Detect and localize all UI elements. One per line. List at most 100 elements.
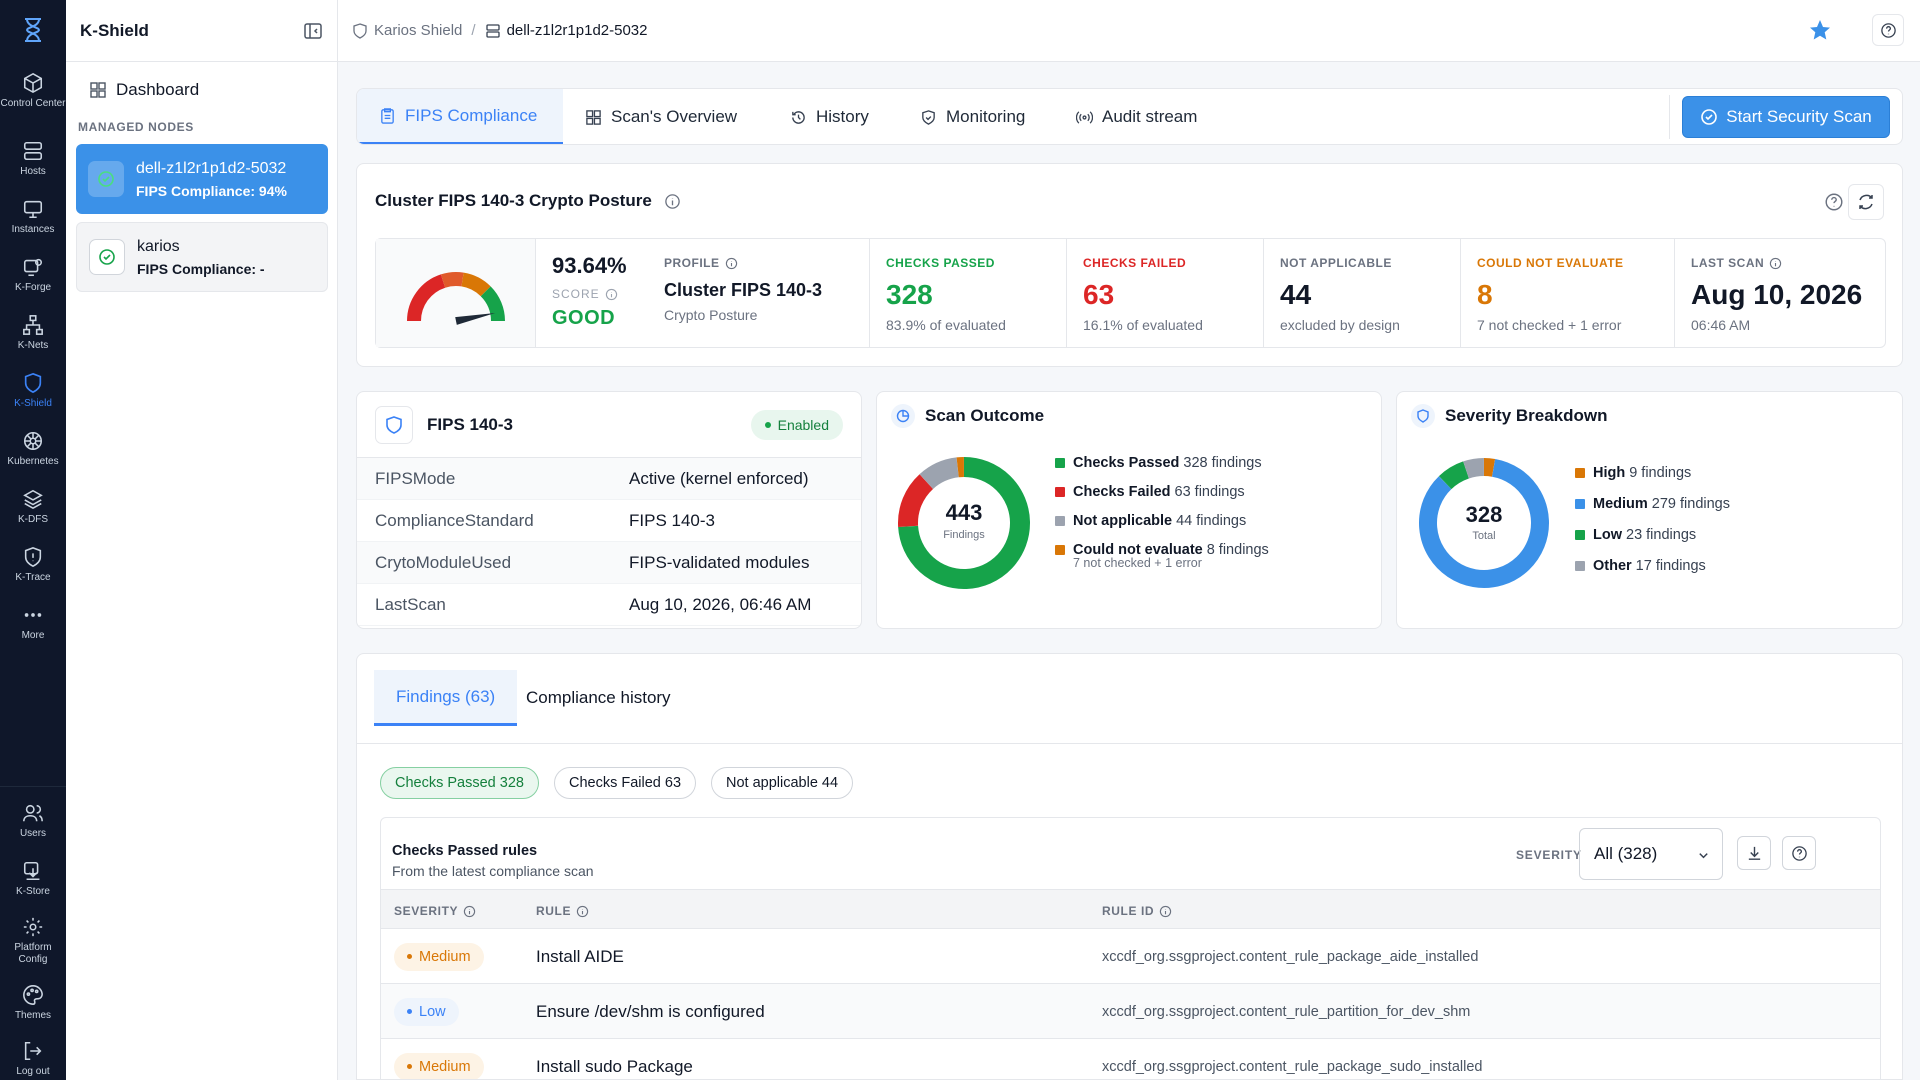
download-button[interactable]: [1737, 836, 1771, 870]
rail-item-instances[interactable]: Instances: [0, 198, 66, 236]
collapse-sidebar-icon[interactable]: [303, 21, 323, 41]
metric-could-not-evaluate: COULD NOT EVALUATE 8 7 not checked + 1 e…: [1461, 239, 1675, 347]
rail-item-k-forge[interactable]: K-Forge: [0, 256, 66, 294]
rail-label: Kubernetes: [7, 456, 59, 467]
divider: [1669, 95, 1670, 139]
gauge-band: [460, 272, 491, 297]
rail-label: Hosts: [20, 166, 46, 177]
donut-segment[interactable]: [919, 457, 960, 490]
metric-label: CHECKS PASSED: [886, 256, 995, 270]
legend-item: Other 17 findings: [1575, 550, 1730, 581]
rail-item-platform-config[interactable]: Platform Config: [0, 916, 66, 966]
column-header-rule[interactable]: RULE: [536, 904, 589, 918]
node-item-karios[interactable]: karios FIPS Compliance: -: [76, 222, 328, 292]
donut-segment[interactable]: [1483, 458, 1496, 477]
info-icon[interactable]: [664, 193, 681, 210]
score-grade: GOOD: [552, 307, 616, 329]
metric-value: 328: [886, 279, 933, 310]
property-row: CrytoModuleUsed FIPS-validated modules: [357, 542, 861, 584]
tab-findings[interactable]: Findings (63): [374, 670, 518, 726]
info-icon[interactable]: [605, 288, 618, 301]
legend-name: Other: [1593, 557, 1632, 574]
donut-segment[interactable]: [898, 474, 934, 527]
icon-rail: Control Center Hosts Instances K-Forge K…: [0, 0, 66, 1080]
rail-item-log-out[interactable]: Log out: [0, 1040, 66, 1078]
outcome-donut: 443 Findings: [898, 457, 1030, 589]
rail-label: K-Store: [16, 886, 50, 897]
table-row[interactable]: Medium Install AIDE xccdf_org.ssgproject…: [381, 929, 1880, 984]
severity-select[interactable]: All (328): [1579, 828, 1723, 880]
sidebar-item-label: Dashboard: [116, 80, 200, 99]
tab-label: Audit stream: [1102, 107, 1198, 126]
shield-check-icon: [922, 109, 935, 125]
rail-item-control-center[interactable]: Control Center: [0, 72, 66, 110]
legend-value: 279 findings: [1651, 495, 1730, 512]
tab-history[interactable]: History: [790, 89, 869, 144]
score-value: 93.64%: [552, 253, 627, 278]
rule-name: Install AIDE: [536, 946, 624, 966]
rail-item-k-dfs[interactable]: K-DFS: [0, 488, 66, 526]
help-button[interactable]: [1782, 836, 1816, 870]
filter-chip-passed[interactable]: Checks Passed 328: [380, 767, 539, 799]
gauge-band: [440, 272, 464, 288]
node-compliance: FIPS Compliance: -: [137, 260, 265, 277]
tab-monitoring[interactable]: Monitoring: [920, 89, 1025, 144]
severity-donut: 328 Total: [1419, 458, 1549, 588]
rail-item-k-store[interactable]: K-Store: [0, 860, 66, 898]
metric-sub: 83.9% of evaluated: [886, 317, 1006, 333]
rail-label: More: [21, 630, 45, 641]
rail-label: K-Forge: [14, 282, 52, 293]
rail-item-kubernetes[interactable]: Kubernetes: [0, 430, 66, 468]
metric-label: COULD NOT EVALUATE: [1477, 256, 1624, 270]
metric-checks-failed: CHECKS FAILED 63 16.1% of evaluated: [1067, 239, 1264, 347]
legend-value: 17 findings: [1635, 557, 1706, 574]
filter-chip-failed[interactable]: Checks Failed 63: [554, 767, 697, 799]
findings-card: Findings (63) Compliance history Checks …: [356, 653, 1903, 1080]
tab-fips-compliance[interactable]: FIPS Compliance: [357, 89, 563, 144]
metrics-row: 93.64% SCORE GOOD PROFILE Cluster FIPS 1…: [375, 238, 1886, 348]
metric-checks-passed: CHECKS PASSED 328 83.9% of evaluated: [870, 239, 1067, 347]
metric-last-scan: LAST SCAN Aug 10, 2026 06:46 AM: [1675, 239, 1885, 347]
tab-audit-stream[interactable]: Audit stream: [1076, 89, 1198, 144]
info-icon[interactable]: [725, 257, 738, 270]
info-icon[interactable]: [1769, 257, 1782, 270]
star-icon[interactable]: [1808, 18, 1832, 42]
table-row[interactable]: Medium Install sudo Package xccdf_org.ss…: [381, 1039, 1880, 1079]
filter-chip-not-applicable[interactable]: Not applicable 44: [711, 767, 854, 799]
donut-segment[interactable]: [1463, 458, 1485, 479]
column-header-label: SEVERITY: [394, 904, 459, 918]
node-item-dell[interactable]: dell-z1l2r1p1d2-5032 FIPS Compliance: 94…: [76, 144, 328, 214]
donut-center-label: Total: [1472, 530, 1495, 542]
fips-header: FIPS 140-3 Enabled: [357, 392, 861, 458]
logout-icon: [24, 1041, 42, 1061]
rail-label: Users: [19, 828, 47, 839]
fips-title: FIPS 140-3: [427, 414, 513, 434]
shield-icon: [375, 405, 413, 444]
sidebar-item-dashboard[interactable]: Dashboard: [66, 62, 337, 118]
breadcrumb-current: dell-z1l2r1p1d2-5032: [485, 22, 648, 39]
column-header-rule-id[interactable]: RULE ID: [1102, 904, 1172, 918]
help-icon[interactable]: [1824, 192, 1844, 212]
rail-item-k-nets[interactable]: K-Nets: [0, 314, 66, 352]
rail-item-k-shield[interactable]: K-Shield: [0, 372, 66, 410]
top-bar: Karios Shield / dell-z1l2r1p1d2-5032: [338, 0, 1920, 62]
breadcrumb-root[interactable]: Karios Shield: [352, 22, 462, 39]
metric-label: CHECKS FAILED: [1083, 256, 1187, 270]
rail-item-users[interactable]: Users: [0, 802, 66, 840]
legend-swatch: [1055, 515, 1065, 526]
refresh-button[interactable]: [1848, 184, 1884, 220]
rail-item-more[interactable]: More: [0, 604, 66, 642]
donut-segment[interactable]: [1438, 461, 1470, 490]
rail-label: K-Shield: [14, 398, 52, 409]
tab-scans-overview[interactable]: Scan's Overview: [585, 89, 737, 144]
column-header-severity[interactable]: SEVERITY: [394, 904, 476, 918]
rail-item-k-trace[interactable]: K-Trace: [0, 546, 66, 584]
start-security-scan-button[interactable]: Start Security Scan: [1682, 96, 1890, 138]
tab-label: History: [816, 107, 869, 126]
rail-item-hosts[interactable]: Hosts: [0, 140, 66, 178]
tab-compliance-history[interactable]: Compliance history: [504, 670, 693, 726]
table-row[interactable]: Low Ensure /dev/shm is configured xccdf_…: [381, 984, 1880, 1039]
rail-item-themes[interactable]: Themes: [0, 984, 66, 1022]
legend-item: Medium 279 findings: [1575, 488, 1730, 519]
help-button[interactable]: [1872, 14, 1904, 46]
